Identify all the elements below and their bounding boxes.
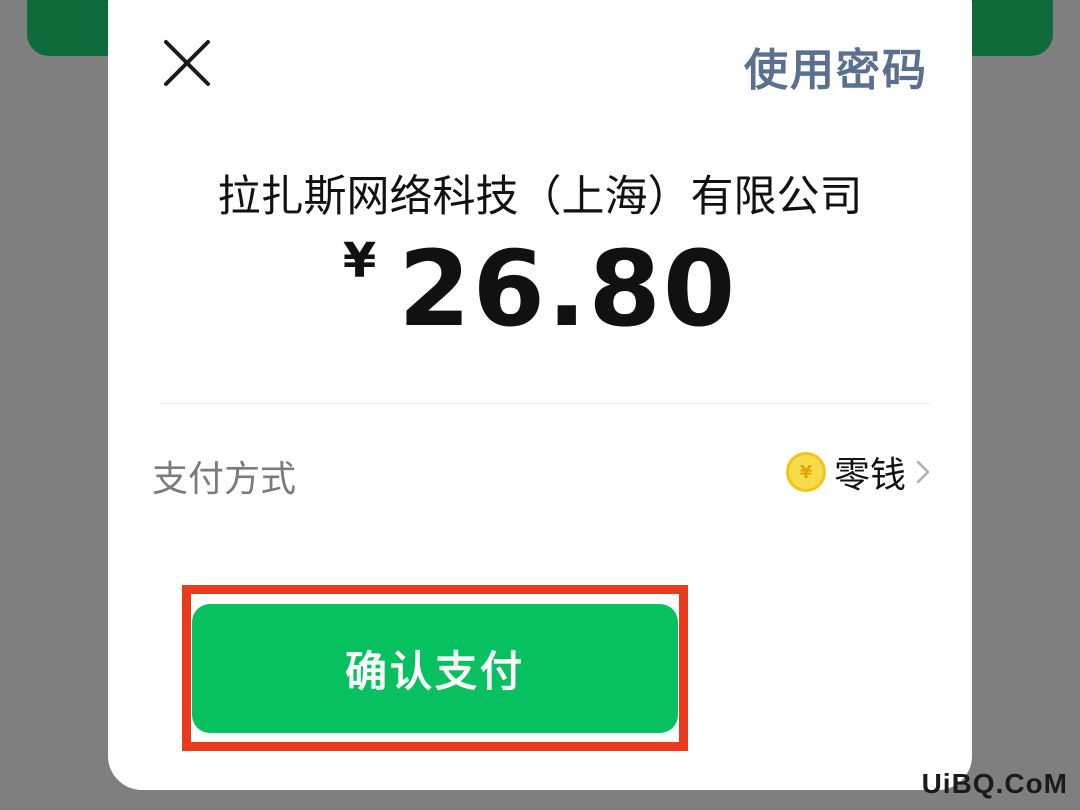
currency-symbol: ¥: [342, 233, 377, 289]
close-icon: [164, 40, 210, 86]
pay-method-value: 零钱: [833, 455, 906, 496]
chevron-right-icon: [916, 459, 930, 485]
merchant-name: 拉扎斯网络科技（上海）有限公司: [217, 172, 863, 222]
amount-value: 26.80: [398, 228, 738, 350]
confirm-payment-button[interactable]: 确认支付: [192, 604, 678, 733]
divider: [160, 403, 930, 404]
close-button[interactable]: [160, 36, 214, 90]
pay-method-selector[interactable]: ¥ 零钱: [785, 448, 930, 496]
payment-amount: ¥26.80: [108, 228, 972, 350]
screen: 使用密码 拉扎斯网络科技（上海）有限公司 ¥26.80 支付方式 ¥ 零钱 确认…: [0, 0, 1080, 810]
coin-icon: ¥: [785, 452, 826, 492]
use-password-link[interactable]: 使用密码: [744, 34, 928, 98]
watermark: UiBQ.CoM: [921, 768, 1068, 799]
pay-method-label: 支付方式: [152, 459, 297, 500]
